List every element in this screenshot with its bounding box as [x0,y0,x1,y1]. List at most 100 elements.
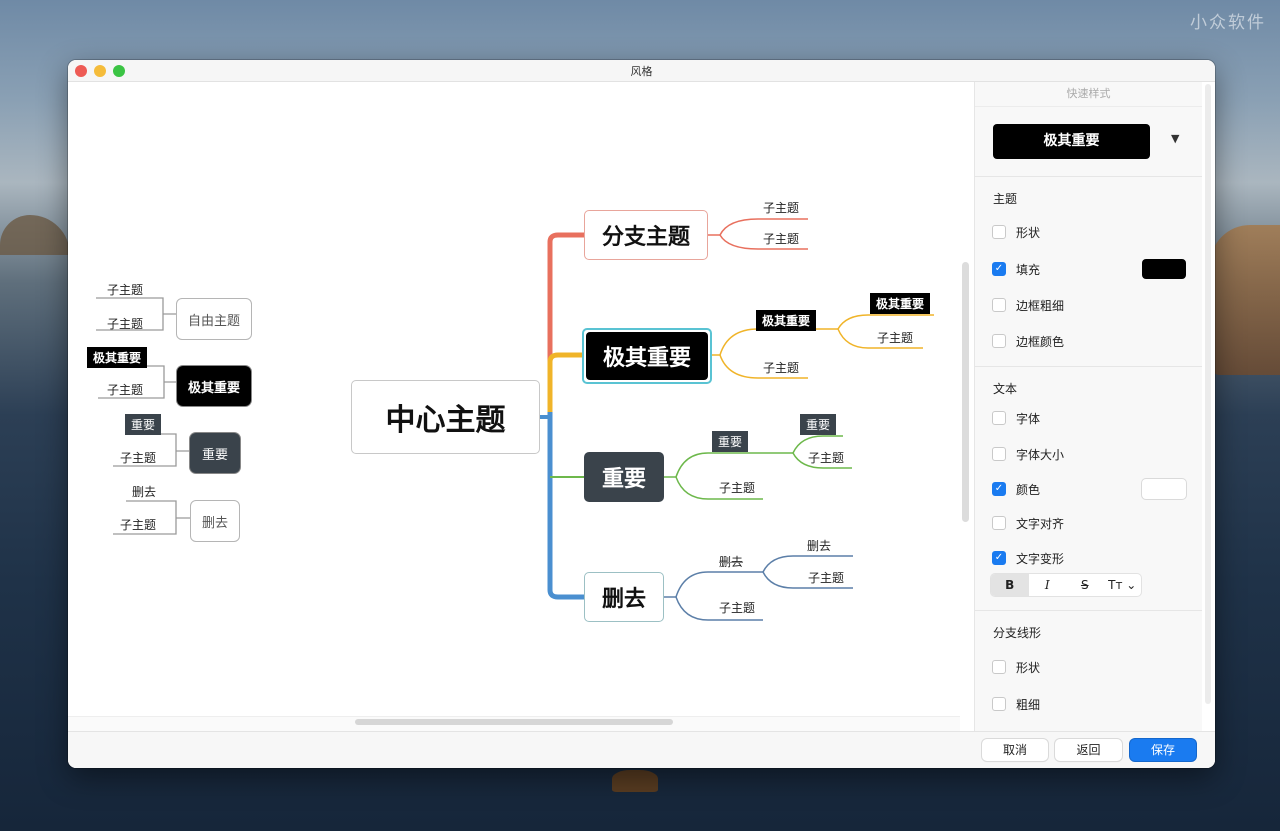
option-border-width[interactable]: 边框粗细 [992,296,1064,314]
option-fill[interactable]: ✓ 填充 [992,260,1040,278]
legend-tag-very-important: 极其重要 [87,347,148,368]
checkbox[interactable] [992,334,1006,348]
checkbox[interactable] [992,298,1006,312]
option-text-transform[interactable]: ✓ 文字变形 [992,549,1064,567]
divider [975,610,1202,611]
tag-very-important[interactable]: 极其重要 [870,293,931,314]
checkbox[interactable] [992,225,1006,239]
text-format-toolbar: B I S Tт ⌄ [991,574,1141,596]
window-title: 风格 [630,65,653,78]
b2-curve-top [719,328,838,356]
option-font-size[interactable]: 字体大小 [992,445,1064,463]
style-sidebar: 快速样式 极其重要 ▼ 主题 形状 ✓ 填充 边框粗细 边框颜色 文本 字体 字… [974,82,1202,731]
text-case-dropdown[interactable]: Tт ⌄ [1104,574,1142,596]
italic-button[interactable]: I [1029,574,1067,596]
legend-subtopic: 子主题 [120,518,157,532]
subtopic[interactable]: 子主题 [877,329,913,346]
legend-very-important[interactable]: 极其重要 [177,366,251,406]
subtopic-strike[interactable]: 删去 [807,537,831,554]
section-title-branch-line: 分支线形 [993,626,1042,640]
subtopic[interactable]: 子主题 [763,230,799,247]
legend-subtopic: 子主题 [107,283,144,297]
checkbox[interactable] [992,660,1006,674]
desktop-cliff-right [1210,225,1280,375]
checkbox[interactable] [992,411,1006,425]
horizontal-scrollbar[interactable] [355,719,673,725]
legend-subtopic: 子主题 [107,383,144,397]
vertical-scrollbar[interactable] [962,262,969,522]
option-label: 字体 [1016,411,1041,426]
checkbox-checked[interactable]: ✓ [992,551,1006,565]
legend-subtopic: 子主题 [107,317,144,331]
option-label: 文字变形 [1016,551,1065,566]
title-bar: 风格 [68,60,1215,82]
option-line-shape[interactable]: 形状 [992,658,1040,676]
desktop-rock [612,770,658,792]
subtopic[interactable]: 子主题 [719,479,755,496]
dropdown-arrow-icon[interactable]: ▼ [1171,132,1179,145]
legend-important[interactable]: 重要 [190,433,240,473]
branch-important[interactable]: 重要 [584,452,664,502]
option-border-color[interactable]: 边框颜色 [992,332,1064,350]
fill-color-swatch[interactable] [1142,259,1186,279]
quick-style-header: 快速样式 [975,82,1202,107]
strikethrough-button[interactable]: S [1066,574,1104,596]
style-window: 风格 中心主题 分支主题 子主题 子主题 极其重要 极其重要 极其重要 子主题 … [68,60,1215,768]
tag-very-important[interactable]: 极其重要 [756,310,817,331]
divider [975,176,1202,177]
trunk-blue [547,412,584,600]
tag-important[interactable]: 重要 [712,431,749,452]
subtopic[interactable]: 子主题 [719,599,755,616]
text-color-swatch[interactable] [1142,479,1186,499]
bold-button[interactable]: B [991,574,1029,596]
section-title-topic: 主题 [993,192,1018,206]
checkbox[interactable] [992,697,1006,711]
b3-curve-top [675,452,793,478]
branch-delete[interactable]: 删去 [584,572,664,622]
back-button[interactable]: 返回 [1055,739,1122,761]
option-label: 形状 [1016,660,1041,675]
option-shape[interactable]: 形状 [992,223,1040,241]
tag-important[interactable]: 重要 [800,414,837,435]
trunk-red [547,232,584,402]
option-text-color[interactable]: ✓ 颜色 [992,480,1040,498]
option-label: 形状 [1016,225,1041,240]
option-label: 边框粗细 [1016,298,1065,313]
quick-style-preview[interactable]: 极其重要 [993,124,1150,159]
cancel-button[interactable]: 取消 [982,739,1048,761]
legend-delete-label: 删去 [132,485,157,499]
trunk-yellow [547,352,582,412]
subtopic-strike[interactable]: 删去 [719,553,743,570]
sidebar-scrollbar[interactable] [1205,84,1211,704]
subtopic[interactable]: 子主题 [763,359,799,376]
subtopic[interactable]: 子主题 [808,449,844,466]
branch-very-important-label: 极其重要 [586,332,708,380]
legend-tag-important: 重要 [125,414,162,435]
checkbox[interactable] [992,447,1006,461]
option-label: 字体大小 [1016,447,1065,462]
legend-free-topic[interactable]: 自由主题 [176,298,252,340]
option-label: 文字对齐 [1016,516,1065,531]
subtopic[interactable]: 子主题 [763,199,799,216]
save-button[interactable]: 保存 [1130,739,1196,761]
mindmap-canvas[interactable]: 中心主题 分支主题 子主题 子主题 极其重要 极其重要 极其重要 子主题 子主题… [68,82,960,717]
central-topic[interactable]: 中心主题 [351,380,540,454]
option-label: 粗细 [1016,697,1041,712]
option-label: 填充 [1016,262,1041,277]
option-label: 颜色 [1016,482,1041,497]
option-label: 边框颜色 [1016,334,1065,349]
option-line-width[interactable]: 粗细 [992,695,1040,713]
divider [975,366,1202,367]
checkbox-checked[interactable]: ✓ [992,262,1006,276]
legend-delete[interactable]: 删去 [190,500,240,542]
option-font[interactable]: 字体 [992,409,1040,427]
checkbox[interactable] [992,516,1006,530]
branch-topic[interactable]: 分支主题 [584,210,708,260]
checkbox-checked[interactable]: ✓ [992,482,1006,496]
subtopic[interactable]: 子主题 [808,569,844,586]
b2-sub-top [837,314,934,330]
desktop-cliff-left [0,215,70,255]
legend-subtopic: 子主题 [120,451,157,465]
option-text-align[interactable]: 文字对齐 [992,514,1064,532]
branch-very-important-selected[interactable]: 极其重要 [582,328,712,384]
